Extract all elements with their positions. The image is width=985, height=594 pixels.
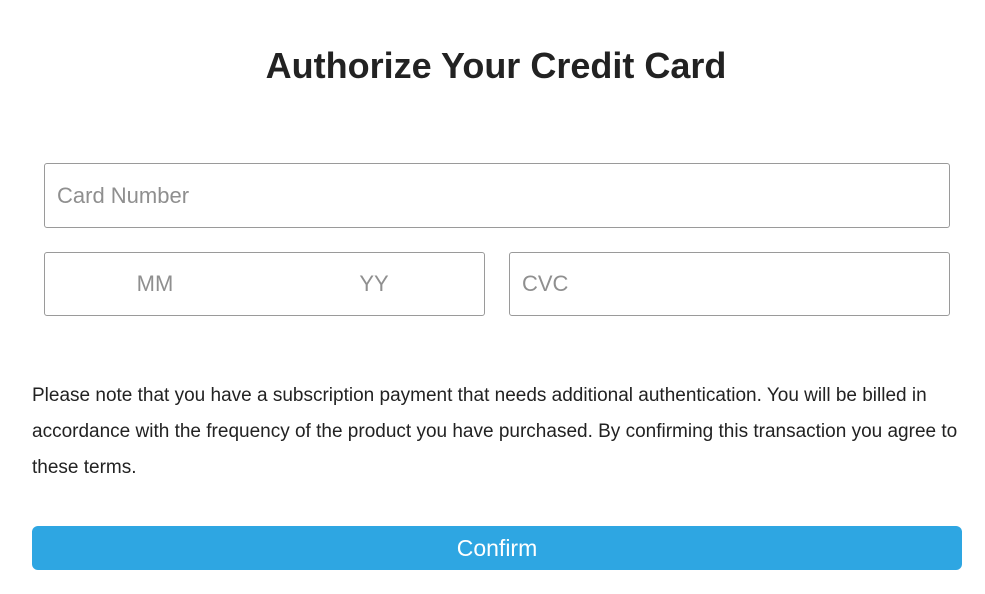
card-number-field: [44, 163, 950, 228]
page-title: Authorize Your Credit Card: [265, 45, 727, 86]
authorize-card-page: Authorize Your Credit Card Please note t…: [0, 0, 985, 594]
subscription-notice: Please note that you have a subscription…: [32, 385, 958, 478]
expiry-field: [44, 252, 485, 316]
expiry-month-input[interactable]: [95, 253, 215, 315]
card-number-input[interactable]: [45, 164, 949, 227]
cvc-field: [509, 252, 950, 316]
confirm-button[interactable]: Confirm: [32, 526, 962, 570]
expiry-year-input[interactable]: [314, 253, 434, 315]
cvc-input[interactable]: [510, 253, 949, 315]
